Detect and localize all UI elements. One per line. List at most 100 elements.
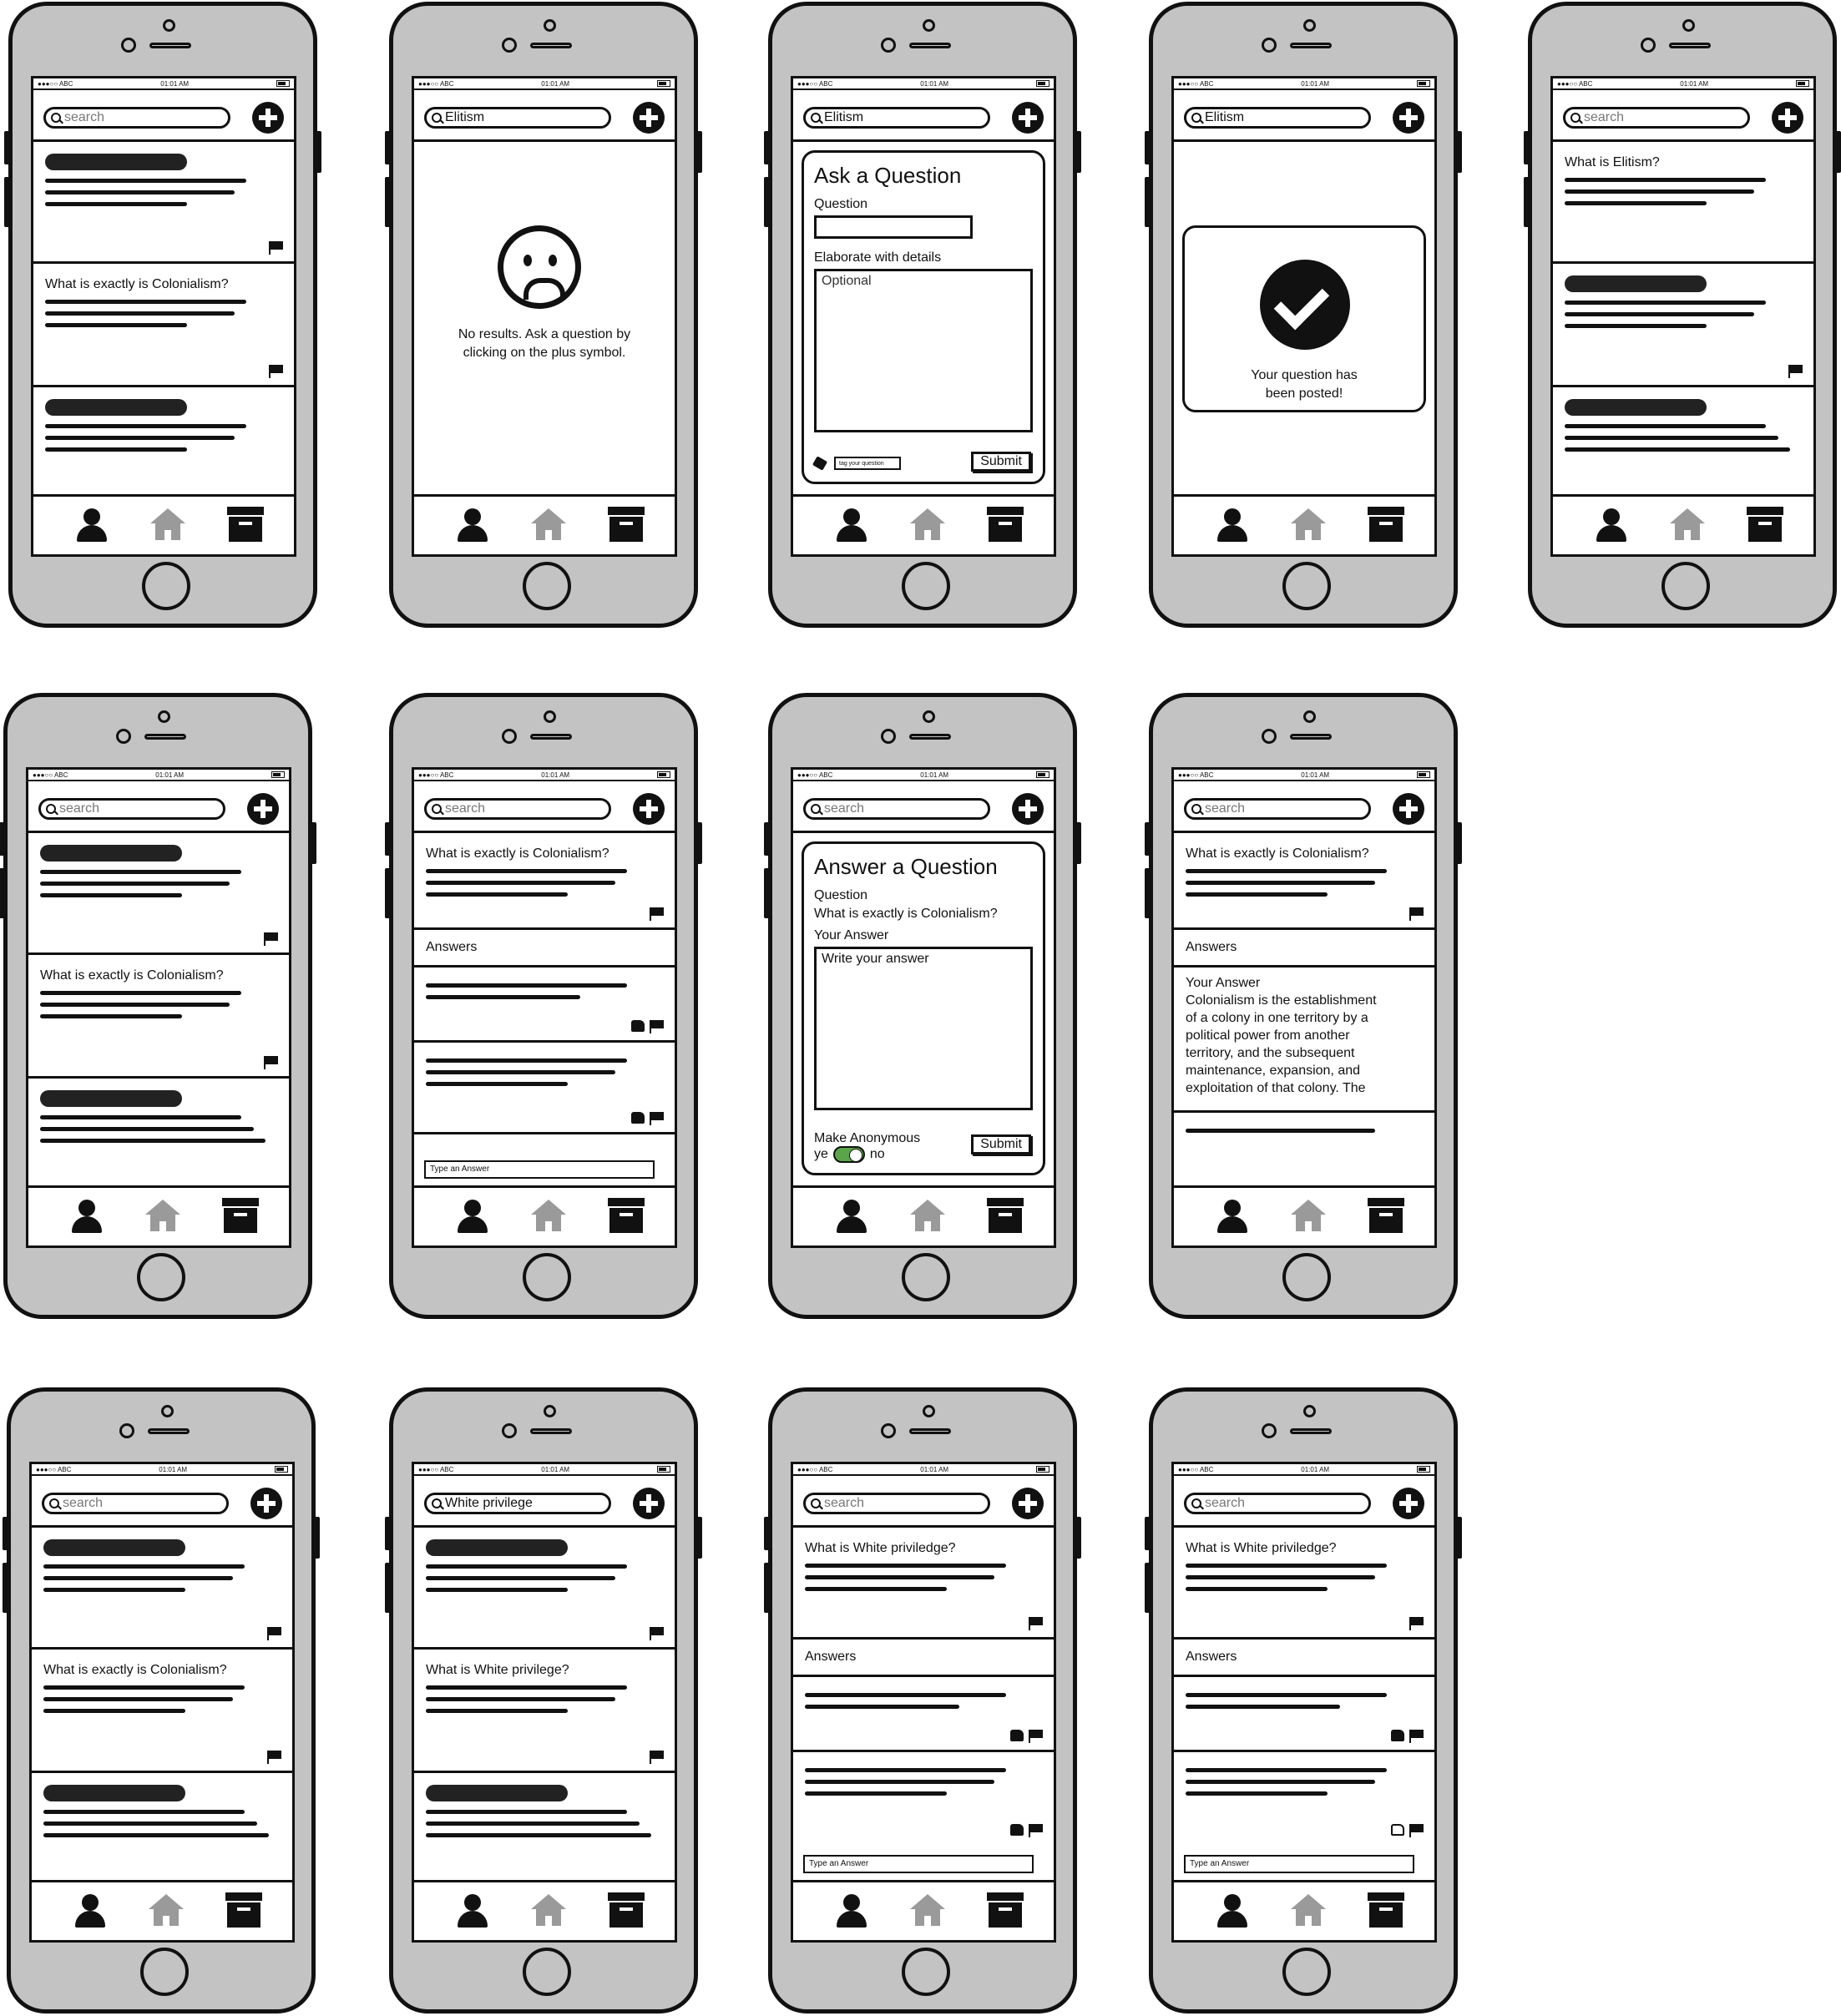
thumbs-up-icon[interactable] — [1010, 1730, 1024, 1741]
anonymous-toggle[interactable] — [832, 1146, 865, 1163]
profile-icon[interactable] — [1216, 1894, 1249, 1928]
flag-icon[interactable] — [650, 1020, 665, 1033]
flag-icon[interactable] — [1788, 365, 1803, 378]
search-input[interactable]: Elitism — [424, 107, 611, 129]
home-icon[interactable] — [1291, 1200, 1326, 1233]
question-card[interactable]: What is exactly is Colonialism? — [28, 955, 289, 1079]
home-icon[interactable] — [145, 1200, 180, 1233]
question-card[interactable] — [28, 1079, 289, 1184]
submit-button[interactable]: Submit — [971, 1134, 1031, 1155]
archive-icon[interactable] — [1747, 507, 1783, 542]
profile-icon[interactable] — [73, 1894, 107, 1928]
archive-icon[interactable] — [1368, 507, 1404, 542]
question-card[interactable]: What is White privilege? — [414, 1650, 675, 1773]
home-button[interactable] — [1282, 1253, 1331, 1301]
archive-icon[interactable] — [608, 1198, 645, 1233]
home-button[interactable] — [137, 1253, 185, 1301]
archive-icon[interactable] — [987, 1892, 1024, 1928]
archive-icon[interactable] — [608, 507, 645, 542]
home-icon[interactable] — [150, 508, 185, 542]
tag-field[interactable]: tag your question — [834, 457, 901, 470]
profile-icon[interactable] — [1216, 508, 1249, 542]
add-question-button[interactable] — [1393, 1488, 1424, 1519]
archive-icon[interactable] — [987, 507, 1024, 542]
add-question-button[interactable] — [1772, 102, 1803, 134]
home-icon[interactable] — [1291, 1894, 1326, 1928]
search-input[interactable]: Elitism — [1184, 107, 1371, 129]
thumbs-up-icon[interactable] — [1010, 1824, 1024, 1836]
flag-icon[interactable] — [264, 932, 279, 946]
thumbs-up-outline-icon[interactable] — [1391, 1824, 1404, 1836]
flag-icon[interactable] — [264, 1056, 279, 1069]
archive-icon[interactable] — [1368, 1892, 1404, 1928]
question-card[interactable] — [1553, 264, 1813, 387]
add-question-button[interactable] — [633, 102, 665, 134]
archive-icon[interactable] — [227, 507, 264, 542]
question-card[interactable] — [414, 1528, 675, 1650]
question-card[interactable] — [32, 1773, 292, 1878]
home-button[interactable] — [140, 1948, 189, 1996]
profile-icon[interactable] — [456, 1200, 489, 1233]
add-question-button[interactable] — [633, 1488, 665, 1519]
flag-icon[interactable] — [650, 1627, 665, 1640]
archive-icon[interactable] — [987, 1198, 1024, 1233]
flag-icon[interactable] — [1409, 1617, 1424, 1630]
search-input[interactable]: search — [38, 798, 225, 820]
home-icon[interactable] — [910, 508, 945, 542]
question-card[interactable] — [33, 142, 294, 264]
answer-input[interactable]: Type an Answer — [1184, 1855, 1414, 1873]
search-input[interactable]: Elitism — [803, 107, 990, 129]
answer-field[interactable]: Write your answer — [814, 947, 1033, 1110]
profile-icon[interactable] — [835, 1200, 868, 1233]
question-card[interactable] — [1553, 387, 1813, 493]
add-question-button[interactable] — [1012, 102, 1044, 134]
search-input[interactable]: search — [1184, 798, 1371, 820]
archive-icon[interactable] — [1368, 1198, 1404, 1233]
home-button[interactable] — [902, 1253, 950, 1301]
flag-icon[interactable] — [267, 1751, 282, 1764]
home-icon[interactable] — [149, 1894, 184, 1928]
search-input[interactable]: search — [1563, 107, 1750, 129]
add-question-button[interactable] — [250, 1488, 282, 1519]
question-card[interactable]: What is exactly is Colonialism? — [33, 264, 294, 387]
home-icon[interactable] — [910, 1200, 945, 1233]
home-button[interactable] — [523, 562, 571, 610]
home-button[interactable] — [523, 1948, 571, 1996]
home-button[interactable] — [1282, 562, 1331, 610]
add-question-button[interactable] — [1012, 793, 1044, 825]
flag-icon[interactable] — [650, 907, 665, 921]
search-input[interactable]: search — [803, 1493, 990, 1514]
flag-icon[interactable] — [1409, 907, 1424, 921]
question-card[interactable] — [414, 1773, 675, 1878]
profile-icon[interactable] — [75, 508, 109, 542]
search-input[interactable]: White privilege — [424, 1493, 611, 1514]
profile-icon[interactable] — [835, 508, 868, 542]
home-icon[interactable] — [531, 1200, 566, 1233]
home-button[interactable] — [1661, 562, 1710, 610]
profile-icon[interactable] — [70, 1200, 104, 1233]
archive-icon[interactable] — [608, 1892, 645, 1928]
flag-icon[interactable] — [267, 1627, 282, 1640]
add-question-button[interactable] — [1393, 102, 1424, 134]
home-button[interactable] — [142, 562, 190, 610]
home-icon[interactable] — [1291, 508, 1326, 542]
home-button[interactable] — [902, 562, 950, 610]
search-input[interactable]: search — [42, 1493, 229, 1514]
home-icon[interactable] — [531, 508, 566, 542]
flag-icon[interactable] — [269, 365, 284, 378]
profile-icon[interactable] — [835, 1894, 868, 1928]
home-icon[interactable] — [1670, 508, 1705, 542]
profile-icon[interactable] — [1216, 1200, 1249, 1233]
question-card[interactable] — [32, 1528, 292, 1650]
home-icon[interactable] — [531, 1894, 566, 1928]
add-question-button[interactable] — [252, 102, 284, 134]
search-input[interactable]: search — [803, 798, 990, 820]
add-question-button[interactable] — [247, 793, 279, 825]
add-question-button[interactable] — [1012, 1488, 1044, 1519]
search-input[interactable]: search — [1184, 1493, 1371, 1514]
flag-icon[interactable] — [1029, 1617, 1044, 1630]
submit-button[interactable]: Submit — [971, 452, 1031, 472]
profile-icon[interactable] — [1595, 508, 1628, 542]
profile-icon[interactable] — [456, 1894, 489, 1928]
question-card[interactable] — [28, 833, 289, 955]
